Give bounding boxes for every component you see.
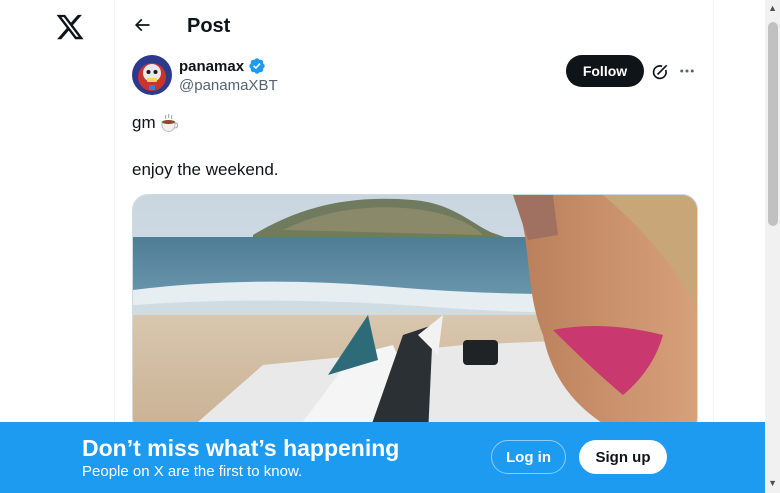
- tweet-greeting: gm: [132, 113, 156, 132]
- login-button[interactable]: Log in: [491, 440, 566, 474]
- author-name-row[interactable]: panamax: [179, 57, 266, 75]
- avatar[interactable]: [132, 55, 172, 95]
- banner-subtitle: People on X are the first to know.: [82, 463, 303, 480]
- tweet-media-image[interactable]: [132, 194, 698, 434]
- author-handle[interactable]: @panamaXBT: [179, 77, 278, 94]
- page-title: Post: [187, 15, 231, 37]
- signup-banner: Don’t miss what’s happening People on X …: [0, 422, 765, 493]
- coffee-icon: [158, 112, 180, 134]
- top-bar: Post: [115, 0, 713, 53]
- author-name[interactable]: panamax: [179, 58, 244, 75]
- follow-button[interactable]: Follow: [566, 55, 644, 87]
- more-horizontal-icon[interactable]: [677, 61, 697, 81]
- banner-title: Don’t miss what’s happening: [82, 435, 400, 461]
- scrollbar[interactable]: ▲ ▼: [765, 0, 780, 493]
- arrow-left-icon: [134, 18, 150, 32]
- tweet-text-line2: enjoy the weekend.: [132, 160, 279, 179]
- signup-button[interactable]: Sign up: [579, 440, 667, 474]
- x-logo-icon[interactable]: [55, 12, 85, 42]
- scrollbar-thumb[interactable]: [768, 22, 778, 226]
- scroll-up-icon[interactable]: ▲: [768, 3, 777, 13]
- scroll-down-icon[interactable]: ▼: [768, 478, 777, 488]
- main-column: Post panamax @panamaXBT Follow gm enjoy …: [114, 0, 714, 493]
- verified-badge-icon: [248, 57, 266, 75]
- tweet-text-line1: gm: [132, 112, 180, 134]
- left-rail: [0, 0, 114, 493]
- back-button[interactable]: [129, 12, 155, 38]
- grok-icon[interactable]: [650, 62, 670, 82]
